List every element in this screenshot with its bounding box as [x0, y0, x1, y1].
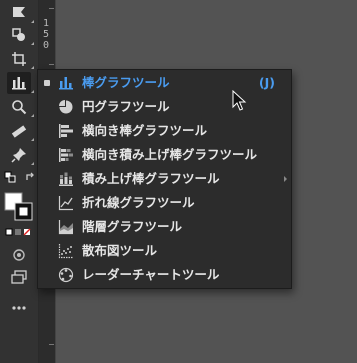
fill-stroke-icon [4, 192, 33, 221]
default-colors-icon [4, 171, 16, 183]
menu-item-area-graph[interactable]: 階層グラフツール [38, 215, 291, 239]
ruler-icon [11, 125, 27, 138]
swap-arrow-icon [26, 172, 34, 180]
menu-item-label: 棒グラフツール [82, 75, 170, 90]
default-fill-stroke-button[interactable] [3, 170, 17, 184]
menu-item-horizontal-bar-graph[interactable]: 横向き棒グラフツール [38, 119, 291, 143]
color-none-gradient-icon [5, 228, 31, 236]
edit-toolbar-button[interactable] [7, 297, 31, 319]
panel-expand-arrow-icon[interactable] [284, 176, 287, 182]
shortcut-label: (J) [258, 75, 275, 90]
zoom-tool[interactable] [7, 96, 34, 118]
menu-item-label: レーダーチャートツール [82, 267, 220, 282]
bar-graph-tool[interactable] [7, 72, 34, 94]
menu-item-stacked-bar-graph[interactable]: 積み上げ棒グラフツール [38, 167, 291, 191]
menu-item-label: 円グラフツール [82, 99, 170, 114]
selected-bullet-icon [44, 80, 50, 86]
ruler-tool[interactable] [7, 120, 34, 142]
menu-item-label: 横向き棒グラフツール [82, 123, 208, 138]
ruler-number: 150 [43, 18, 50, 51]
horizontal-bar-graph-icon [59, 124, 73, 138]
menu-item-label: 折れ線グラフツール [82, 195, 195, 210]
shapes-icon [12, 28, 25, 41]
draw-mode-icon [13, 249, 25, 261]
magnifier-icon [12, 100, 27, 115]
mouse-pointer-icon [232, 90, 247, 111]
bar-graph-icon [12, 77, 26, 90]
menu-item-label: 階層グラフツール [82, 219, 183, 234]
bar-graph-icon [59, 77, 73, 90]
crop-icon [12, 52, 26, 66]
menu-item-label: 散布図ツール [82, 243, 158, 258]
menu-item-label: 積み上げ棒グラフツール [82, 171, 220, 186]
stacked-bar-graph-icon [59, 172, 73, 186]
horizontal-stacked-bar-graph-icon [59, 148, 73, 162]
crop-tool[interactable] [7, 48, 34, 70]
pushpin-icon [11, 148, 26, 163]
line-graph-icon [58, 196, 73, 211]
menu-item-line-graph[interactable]: 折れ線グラフツール [38, 191, 291, 215]
screen-mode-icon [11, 270, 27, 284]
area-graph-icon [58, 220, 73, 235]
menu-item-radar-graph[interactable]: レーダーチャートツール [38, 263, 291, 287]
graph-tools-flyout: 棒グラフツール (J) 円グラフツール 横向き棒グラフツール 横向き積み上げ棒グ… [37, 69, 292, 289]
more-dots-icon [12, 306, 26, 310]
draw-mode-button[interactable] [7, 244, 31, 266]
tools-panel [0, 0, 39, 363]
screen-mode-button[interactable] [7, 266, 31, 288]
menu-item-bar-graph[interactable]: 棒グラフツール (J) [38, 71, 291, 95]
color-mode-buttons[interactable] [5, 226, 35, 238]
fill-stroke-swatches[interactable] [4, 192, 34, 222]
pie-graph-icon [59, 100, 73, 114]
pin-tool[interactable] [7, 144, 34, 166]
menu-item-label: 横向き積み上げ棒グラフツール [82, 147, 258, 162]
scatter-graph-icon [58, 244, 73, 259]
swap-fill-stroke-button[interactable] [24, 170, 36, 184]
radar-graph-icon [58, 267, 74, 283]
lasso-tool[interactable] [7, 24, 34, 46]
menu-item-scatter-graph[interactable]: 散布図ツール [38, 239, 291, 263]
menu-item-pie-graph[interactable]: 円グラフツール [38, 95, 291, 119]
flag-selection-icon [13, 7, 25, 17]
menu-item-horizontal-stacked-bar-graph[interactable]: 横向き積み上げ棒グラフツール [38, 143, 291, 167]
direct-selection-tool[interactable] [7, 2, 34, 24]
